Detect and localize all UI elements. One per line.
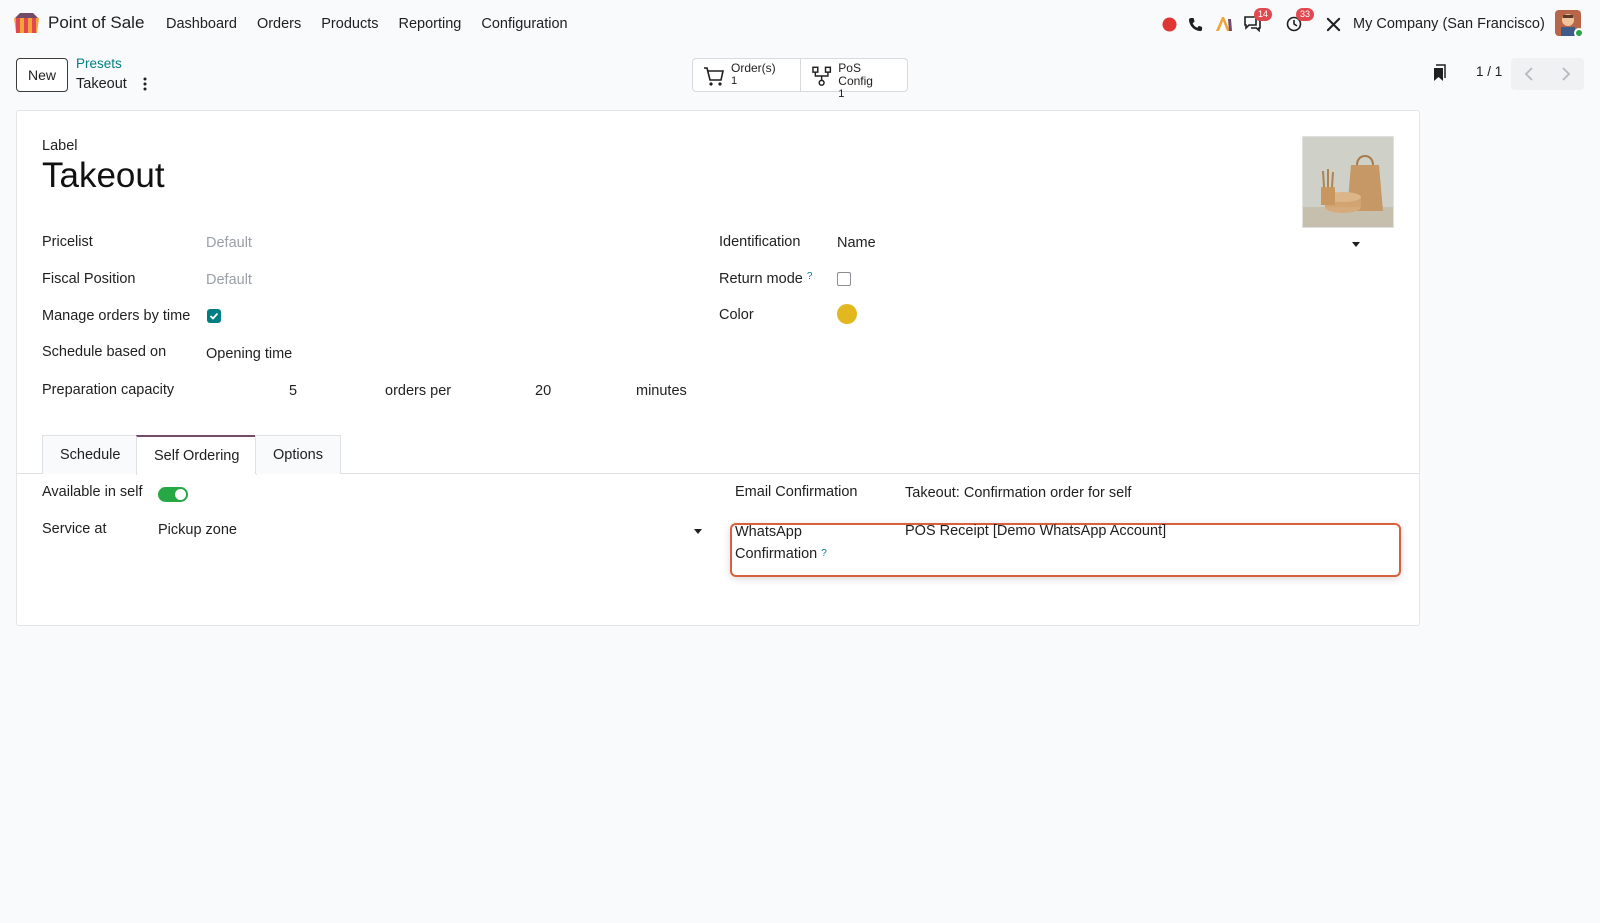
config-stat-label: PoS Config <box>838 61 873 88</box>
messages-icon[interactable]: 14 <box>1242 8 1273 36</box>
identification-chevron-down-icon[interactable] <box>1352 242 1360 247</box>
online-status-dot <box>1574 28 1584 38</box>
pos-config-smart-button[interactable]: PoS Config 1 <box>800 59 907 100</box>
pricelist-input[interactable]: Default <box>206 235 252 251</box>
whatsapp-confirmation-label: WhatsApp Confirmation? <box>735 521 827 565</box>
identification-label: Identification <box>719 234 801 250</box>
messages-badge: 14 <box>1254 8 1273 21</box>
return-mode-label-text: Return mode <box>719 271 803 287</box>
smart-buttons: Order(s) 1 PoS Config 1 <box>692 58 908 100</box>
main-menu: Dashboard Orders Products Reporting Conf… <box>166 16 588 32</box>
identification-select[interactable]: Name <box>837 235 876 251</box>
available-in-self-toggle[interactable] <box>158 487 188 502</box>
whatsapp-label-line2: Confirmation <box>735 546 818 562</box>
whatsapp-help-icon[interactable]: ? <box>821 548 827 559</box>
menu-reporting[interactable]: Reporting <box>399 16 462 32</box>
return-mode-help-icon[interactable]: ? <box>807 271 813 282</box>
preset-title-input[interactable]: Takeout <box>42 156 165 196</box>
manage-orders-checkbox[interactable] <box>207 309 221 323</box>
orders-per-text: orders per <box>385 383 452 399</box>
capacity-minutes-input[interactable]: 20 <box>535 383 551 399</box>
bookmark-icon[interactable] <box>1432 64 1446 82</box>
pager-nav <box>1511 58 1584 90</box>
record-icon[interactable] <box>1160 12 1178 36</box>
menu-configuration[interactable]: Configuration <box>481 16 567 32</box>
preset-image[interactable] <box>1302 136 1394 228</box>
company-switcher[interactable]: My Company (San Francisco) <box>1353 16 1545 32</box>
form-sheet: Label Takeout Pricelist Default Fiscal P… <box>16 110 1420 626</box>
orders-smart-button[interactable]: Order(s) 1 <box>693 59 800 91</box>
chevron-left-icon <box>1524 67 1533 81</box>
new-button[interactable]: New <box>16 58 68 92</box>
schedule-based-select[interactable]: Opening time <box>206 346 292 362</box>
pager-next-button[interactable] <box>1548 58 1585 90</box>
service-at-select[interactable]: Pickup zone <box>158 522 237 538</box>
service-at-label: Service at <box>42 521 107 537</box>
color-label: Color <box>719 307 754 323</box>
whatsapp-confirmation-input[interactable]: POS Receipt [Demo WhatsApp Account] <box>905 523 1166 539</box>
label-caption: Label <box>42 138 78 154</box>
return-mode-label: Return mode? <box>719 271 812 287</box>
tab-options[interactable]: Options <box>255 435 341 474</box>
capacity-orders-input[interactable]: 5 <box>289 383 297 399</box>
email-confirmation-input[interactable]: Takeout: Confirmation order for self <box>905 485 1131 501</box>
available-in-self-label: Available in self <box>42 484 143 500</box>
top-navbar: Point of Sale Dashboard Orders Products … <box>0 0 1600 46</box>
config-flow-icon <box>812 66 832 86</box>
chevron-right-icon <box>1562 67 1571 81</box>
orders-stat-value: 1 <box>731 75 738 87</box>
schedule-based-label: Schedule based on <box>42 344 167 360</box>
tab-self-ordering[interactable]: Self Ordering <box>136 435 258 475</box>
pager-previous-button[interactable] <box>1511 58 1548 90</box>
ai-icon[interactable] <box>1214 12 1234 36</box>
minutes-text: minutes <box>636 383 687 399</box>
activities-badge: 33 <box>1296 8 1315 21</box>
pricelist-label: Pricelist <box>42 234 93 250</box>
return-mode-checkbox[interactable] <box>837 272 851 286</box>
color-picker[interactable] <box>837 304 857 324</box>
email-confirmation-label: Email Confirmation <box>735 484 858 500</box>
config-stat-value: 1 <box>838 88 845 100</box>
cart-icon <box>704 67 724 86</box>
whatsapp-label-line1: WhatsApp <box>735 524 802 540</box>
preparation-capacity-label: Preparation capacity <box>42 382 175 398</box>
fiscal-position-label: Fiscal Position <box>42 271 136 287</box>
activities-icon[interactable]: 33 <box>1284 8 1315 36</box>
phone-icon[interactable] <box>1186 12 1204 36</box>
menu-dashboard[interactable]: Dashboard <box>166 16 237 32</box>
app-name[interactable]: Point of Sale <box>48 13 144 33</box>
fiscal-position-input[interactable]: Default <box>206 272 252 288</box>
pager-value[interactable]: 1 / 1 <box>1476 64 1502 79</box>
menu-products[interactable]: Products <box>321 16 378 32</box>
manage-orders-label: Manage orders by time <box>42 308 191 324</box>
check-icon <box>209 312 219 320</box>
pos-app-icon[interactable] <box>13 12 40 34</box>
breadcrumb-presets[interactable]: Presets <box>76 56 122 71</box>
breadcrumb-current: Takeout <box>76 76 127 92</box>
menu-orders[interactable]: Orders <box>257 16 301 32</box>
tools-icon[interactable] <box>1324 12 1342 36</box>
orders-stat-label: Order(s) <box>731 61 776 75</box>
service-at-chevron-down-icon[interactable] <box>694 529 702 534</box>
tab-schedule[interactable]: Schedule <box>42 435 139 474</box>
actions-menu-icon[interactable] <box>142 76 148 92</box>
